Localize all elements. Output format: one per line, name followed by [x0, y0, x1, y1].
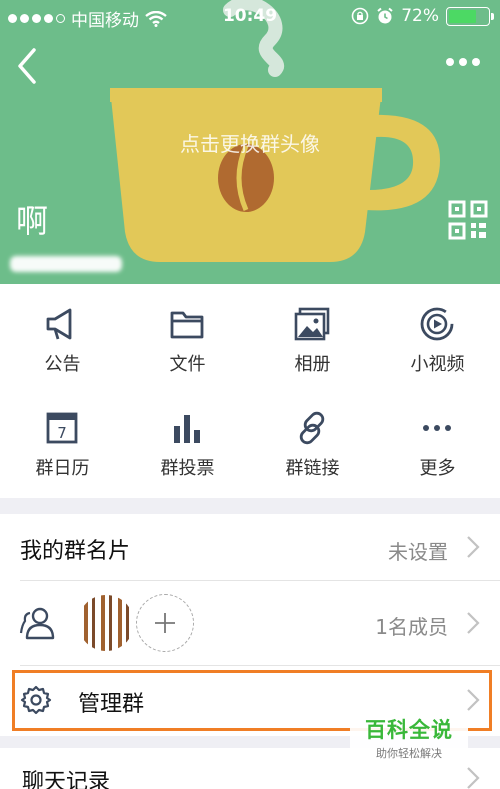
watermark-subtitle: 助你轻松解决 — [376, 747, 442, 760]
function-label: 群日历 — [35, 458, 90, 479]
more-icon[interactable] — [446, 58, 480, 66]
group-name: 啊 — [16, 202, 49, 240]
function-label: 公告 — [44, 354, 81, 375]
function-label: 群链接 — [285, 458, 340, 479]
chevron-right-icon — [467, 612, 480, 634]
function-label: 更多 — [419, 458, 456, 479]
members-row[interactable]: 1名成员 — [0, 581, 500, 665]
group-id-redacted — [10, 256, 122, 272]
function-files[interactable]: 文件 — [125, 284, 250, 384]
members-icon — [19, 607, 55, 640]
photo-album-icon — [294, 307, 330, 341]
function-video[interactable]: 小视频 — [375, 284, 500, 384]
function-link[interactable]: 群链接 — [250, 388, 375, 488]
change-avatar-hint[interactable]: 点击更换群头像 — [0, 128, 500, 157]
group-header: 中国移动 10:49 72% 点击更换群头像 啊 — [0, 0, 500, 284]
function-announcement[interactable]: 公告 — [0, 284, 125, 384]
megaphone-icon — [46, 308, 72, 340]
folder-icon — [170, 311, 204, 339]
rotation-lock-icon — [351, 7, 369, 25]
bar-chart-icon — [174, 415, 200, 443]
battery-icon — [446, 6, 494, 26]
function-vote[interactable]: 群投票 — [125, 388, 250, 488]
function-album[interactable]: 相册 — [250, 284, 375, 384]
watermark-title: 百科全说 — [365, 718, 453, 742]
my-group-card-label: 我的群名片 — [20, 539, 131, 564]
function-label: 群投票 — [160, 458, 215, 479]
link-icon — [299, 411, 325, 445]
status-bar: 中国移动 10:49 72% — [0, 0, 500, 34]
qr-code-icon[interactable] — [448, 200, 488, 240]
chevron-right-icon — [467, 767, 480, 789]
more-dots-icon — [423, 425, 451, 431]
chevron-right-icon — [467, 536, 480, 558]
function-label: 小视频 — [410, 354, 465, 375]
watermark: 百科全说 助你轻松解决 — [350, 711, 468, 763]
video-icon — [420, 307, 454, 341]
chat-history-label: 聊天记录 — [22, 770, 111, 789]
function-label: 文件 — [169, 354, 206, 375]
calendar-day: 7 — [57, 424, 67, 442]
battery-percent: 72% — [401, 6, 439, 26]
back-icon[interactable] — [12, 46, 42, 86]
member-count: 1名成员 — [375, 615, 448, 639]
add-member-button[interactable] — [136, 594, 194, 652]
my-group-card-value: 未设置 — [388, 540, 448, 564]
plus-icon — [155, 613, 175, 633]
function-calendar[interactable]: 7 群日历 — [0, 388, 125, 488]
member-avatar[interactable] — [78, 595, 134, 651]
function-more[interactable]: 更多 — [375, 388, 500, 488]
my-group-card-row[interactable]: 我的群名片 未设置 — [0, 514, 500, 580]
function-grid: 公告 文件 相册 小视频 7 群日历 群投票 群链接 更多 — [0, 284, 500, 498]
calendar-icon: 7 — [46, 412, 78, 444]
status-right: 72% — [351, 6, 494, 26]
alarm-icon — [377, 7, 393, 24]
function-label: 相册 — [294, 354, 331, 375]
